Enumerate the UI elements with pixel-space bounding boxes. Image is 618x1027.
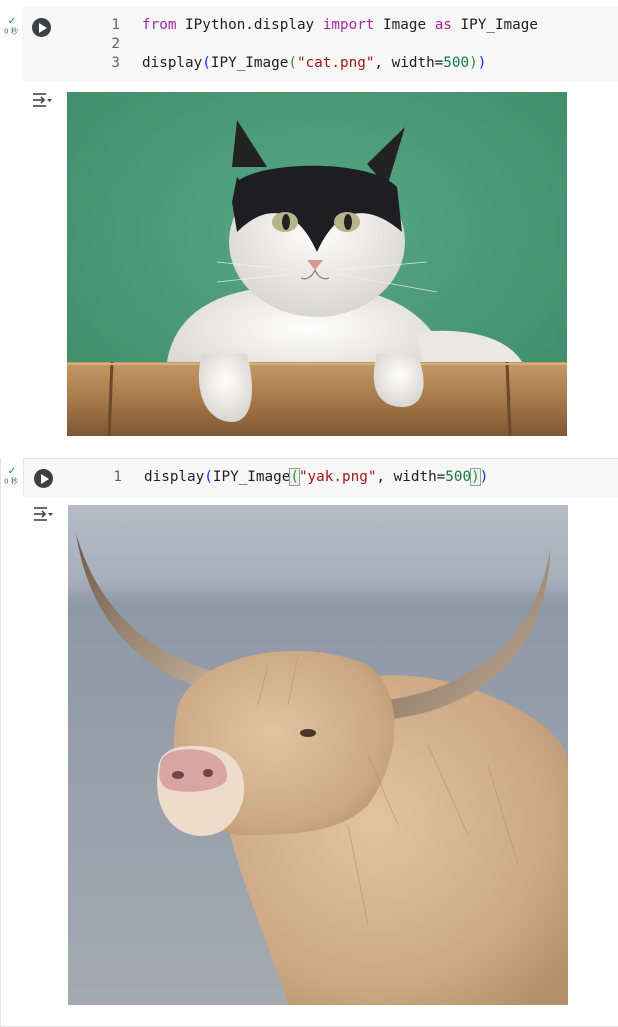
line-number: 2 bbox=[111, 36, 120, 52]
code-token: display bbox=[142, 55, 203, 71]
code-token: ( bbox=[288, 55, 297, 71]
code-token: IPY_Image bbox=[212, 469, 291, 485]
run-cell-button[interactable] bbox=[32, 18, 51, 37]
execution-time: 0 秒 bbox=[3, 27, 19, 36]
code-cell-1: ✓ 0 秒 1 from IPython.display import Image… bbox=[0, 0, 618, 445]
line-number: 3 bbox=[111, 55, 120, 71]
code-token: as bbox=[434, 17, 452, 33]
code-token: ) bbox=[470, 468, 481, 486]
output-settings-icon[interactable] bbox=[33, 505, 53, 523]
code-token: ) bbox=[469, 55, 478, 71]
play-icon bbox=[40, 473, 49, 484]
line-number: 1 bbox=[111, 17, 120, 33]
line-number: 1 bbox=[113, 469, 122, 485]
execution-status: ✓ 0 秒 bbox=[2, 467, 22, 486]
code-token: 500 bbox=[443, 55, 470, 71]
code-token: ( bbox=[289, 468, 300, 486]
code-cell-2: ✓ 0 秒 1 display(IPY_Image("yak.png", widt… bbox=[0, 458, 618, 1027]
code-token: import bbox=[322, 17, 375, 33]
cat-photo bbox=[67, 92, 567, 436]
code-token: IPython.display bbox=[176, 17, 323, 33]
code-token: Image bbox=[374, 17, 435, 33]
play-icon bbox=[38, 22, 47, 33]
code-line: 1 from IPython.display import Image as IP… bbox=[82, 16, 538, 35]
run-cell-button[interactable] bbox=[34, 469, 53, 488]
code-token: IPY_Image bbox=[451, 17, 538, 33]
code-token: ( bbox=[204, 469, 213, 485]
execution-status: ✓ 0 秒 bbox=[2, 17, 22, 36]
code-line: 1 display(IPY_Image("yak.png", width=500)… bbox=[84, 468, 488, 487]
code-token: ) bbox=[477, 55, 487, 71]
code-editor[interactable]: 1 from IPython.display import Image as IP… bbox=[22, 6, 618, 82]
yak-photo bbox=[68, 505, 568, 1005]
execution-time: 0 秒 bbox=[3, 477, 19, 486]
code-token: ( bbox=[202, 55, 211, 71]
check-icon: ✓ bbox=[7, 466, 17, 477]
code-token: "cat.png" bbox=[296, 55, 375, 71]
code-token: display bbox=[144, 469, 205, 485]
code-token: ) bbox=[479, 469, 489, 485]
code-token: , width= bbox=[374, 55, 444, 71]
code-token: , width= bbox=[376, 469, 446, 485]
code-line: 3 display(IPY_Image("cat.png", width=500)… bbox=[82, 54, 486, 73]
code-editor[interactable]: 1 display(IPY_Image("yak.png", width=500)… bbox=[23, 458, 618, 497]
code-token: IPY_Image bbox=[210, 55, 289, 71]
code-token: 500 bbox=[445, 469, 472, 485]
code-token: "yak.png" bbox=[298, 469, 377, 485]
code-line: 2 bbox=[82, 35, 142, 54]
check-icon: ✓ bbox=[7, 16, 17, 27]
code-token: from bbox=[142, 17, 177, 33]
output-settings-icon[interactable] bbox=[32, 91, 52, 109]
